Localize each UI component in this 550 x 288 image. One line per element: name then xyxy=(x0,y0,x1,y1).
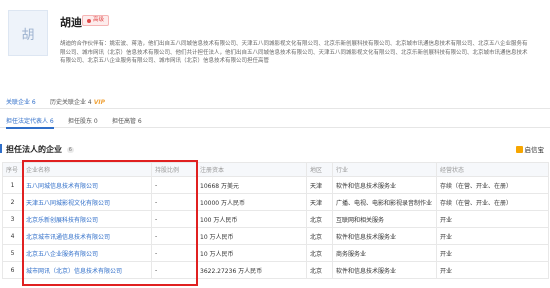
status: 开业 xyxy=(436,261,549,279)
relation-tabs: 关联企业 6 历史关联企业 4 VIP xyxy=(0,94,550,109)
col-share-ratio: 持股比例 xyxy=(151,162,197,177)
company-link[interactable]: 五八同城信息技术有限公司 xyxy=(22,176,152,194)
industry: 软件和信息技术服务业 xyxy=(332,176,437,194)
registered-capital: 100 万人民币 xyxy=(196,210,307,228)
row-index: 5 xyxy=(2,244,23,262)
tab-related-companies-label: 关联企业 6 xyxy=(6,99,36,106)
tab-shareholder[interactable]: 担任股东 0 xyxy=(68,116,98,125)
table-row: 1 五八同城信息技术有限公司 - 10668 万美元 天津 软件和信息技术服务业… xyxy=(2,176,549,194)
section-title: 担任法人的企业 6 xyxy=(0,144,74,155)
industry: 互联网和相关服务 xyxy=(332,210,437,228)
registered-capital: 3622.27236 万人民币 xyxy=(196,261,307,279)
vip-badge: VIP xyxy=(93,99,106,106)
status: 开业 xyxy=(436,227,549,245)
region: 北京 xyxy=(306,210,333,228)
registered-capital: 10 万人民币 xyxy=(196,227,307,245)
region: 北京 xyxy=(306,227,333,245)
person-name: 胡迪 xyxy=(60,16,82,29)
tab-related-companies[interactable]: 关联企业 6 xyxy=(6,97,36,106)
col-company-name: 企业名称 xyxy=(22,162,152,177)
table-row: 2 天津五八同城影视文化有限公司 - 10000 万人民币 天津 广播、电视、电… xyxy=(2,193,549,211)
tab-history-related[interactable]: 历史关联企业 4 VIP xyxy=(50,97,105,106)
status-badge: 高级 xyxy=(82,15,110,26)
col-industry: 行业 xyxy=(332,162,437,177)
industry: 商务服务业 xyxy=(332,244,437,262)
registered-capital: 10 万人民币 xyxy=(196,244,307,262)
profile-header: 胡 胡迪 高级 胡迪的合作伙伴有：姚宏波、蒋浩，他们出自五八同城信息技术有限公司… xyxy=(0,0,550,90)
table-row: 6 城市网讯（北京）信息技术有限公司 - 3622.27236 万人民币 北京 … xyxy=(2,261,549,279)
status: 存续（在营、开业、在册） xyxy=(436,176,549,194)
company-link[interactable]: 城市网讯（北京）信息技术有限公司 xyxy=(22,261,152,279)
row-index: 6 xyxy=(2,261,23,279)
region: 天津 xyxy=(306,193,333,211)
brand-name: 启信宝 xyxy=(524,146,545,154)
partners-description: 胡迪的合作伙伴有：姚宏波、蒋浩，他们出自五八同城信息技术有限公司、天津五八同城影… xyxy=(60,41,528,64)
row-index: 2 xyxy=(2,193,23,211)
company-link[interactable]: 北京五八企业服务有限公司 xyxy=(22,244,152,262)
tab-executive[interactable]: 担任高管 6 xyxy=(112,116,142,125)
industry: 软件和信息技术服务业 xyxy=(332,227,437,245)
company-link[interactable]: 北京城市讯通信息技术有限公司 xyxy=(22,227,152,245)
badge-dot-icon xyxy=(87,18,91,23)
section-bar xyxy=(0,144,2,153)
tab-legal-rep[interactable]: 担任法定代表人 6 xyxy=(6,116,54,129)
section-count: 6 xyxy=(66,146,74,153)
brand-logo: 启信宝 xyxy=(515,144,545,154)
status: 开业 xyxy=(436,210,549,228)
tab-legal-rep-label: 担任法定代表人 6 xyxy=(6,118,54,125)
share-ratio: - xyxy=(151,244,197,262)
row-index: 3 xyxy=(2,210,23,228)
region: 天津 xyxy=(306,176,333,194)
table-row: 3 北京乐新创展科技有限公司 - 100 万人民币 北京 互联网和相关服务 开业 xyxy=(2,210,549,228)
table-row: 4 北京城市讯通信息技术有限公司 - 10 万人民币 北京 软件和信息技术服务业… xyxy=(2,227,549,245)
table-row: 5 北京五八企业服务有限公司 - 10 万人民币 北京 商务服务业 开业 xyxy=(2,244,549,262)
registered-capital: 10668 万美元 xyxy=(196,176,307,194)
badge-label: 高级 xyxy=(93,17,105,23)
row-index: 4 xyxy=(2,227,23,245)
col-index: 序号 xyxy=(2,162,23,177)
share-ratio: - xyxy=(151,210,197,228)
status: 开业 xyxy=(436,244,549,262)
tab-executive-label: 担任高管 6 xyxy=(112,118,142,125)
share-ratio: - xyxy=(151,261,197,279)
region: 北京 xyxy=(306,261,333,279)
industry: 广播、电视、电影和影视录音制作业 xyxy=(332,193,437,211)
status: 存续（在营、开业、在册） xyxy=(436,193,549,211)
col-region: 地区 xyxy=(306,162,333,177)
share-ratio: - xyxy=(151,227,197,245)
registered-capital: 10000 万人民币 xyxy=(196,193,307,211)
share-ratio: - xyxy=(151,176,197,194)
section-title-text: 担任法人的企业 xyxy=(6,145,62,154)
tab-history-related-label: 历史关联企业 4 xyxy=(50,99,92,106)
company-link[interactable]: 北京乐新创展科技有限公司 xyxy=(22,210,152,228)
company-link[interactable]: 天津五八同城影视文化有限公司 xyxy=(22,193,152,211)
company-table: 序号 企业名称 持股比例 注册资本 地区 行业 经营状态 1 五八同城信息技术有… xyxy=(2,162,549,279)
avatar: 胡 xyxy=(8,10,48,56)
tab-shareholder-label: 担任股东 0 xyxy=(68,118,98,125)
col-status: 经营状态 xyxy=(436,162,549,177)
col-registered-capital: 注册资本 xyxy=(196,162,307,177)
table-header-row: 序号 企业名称 持股比例 注册资本 地区 行业 经营状态 xyxy=(2,162,549,177)
row-index: 1 xyxy=(2,176,23,194)
share-ratio: - xyxy=(151,193,197,211)
brand-icon xyxy=(515,145,523,153)
role-tabs: 担任法定代表人 6 担任股东 0 担任高管 6 xyxy=(0,112,550,129)
industry: 软件和信息技术服务业 xyxy=(332,261,437,279)
region: 北京 xyxy=(306,244,333,262)
